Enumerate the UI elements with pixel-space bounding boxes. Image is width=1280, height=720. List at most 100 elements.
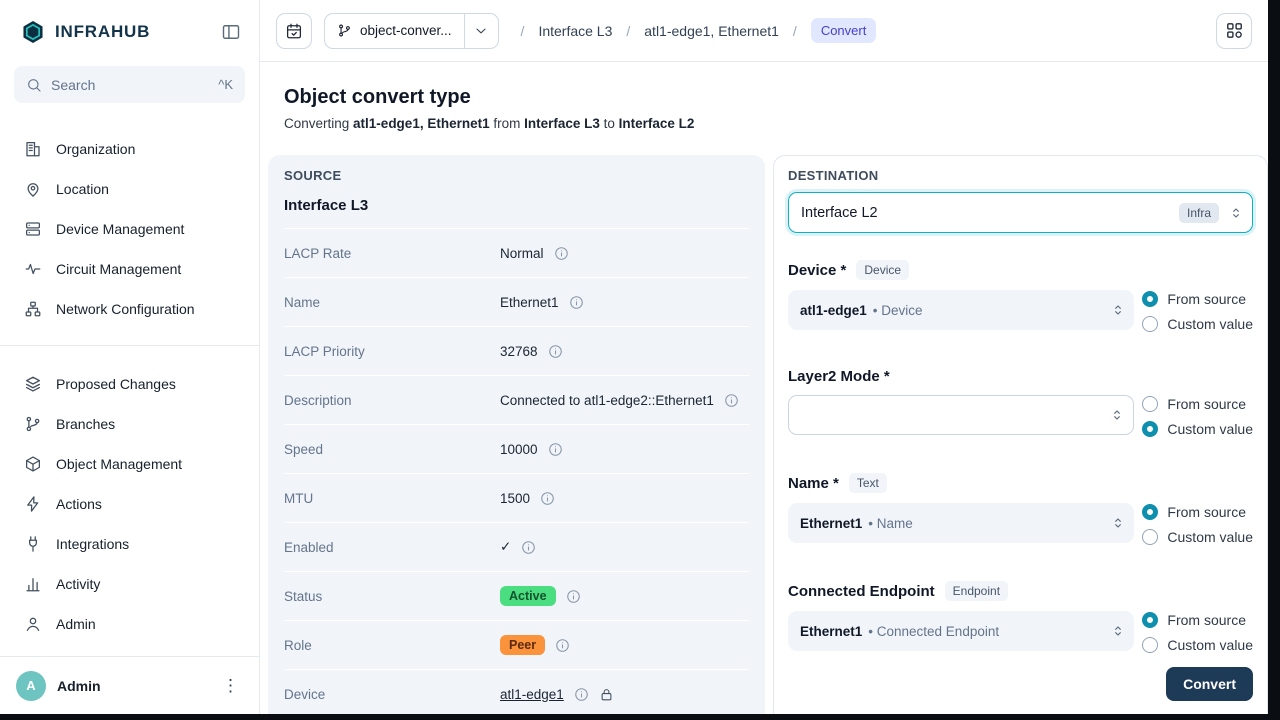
name-select[interactable]: Ethernet1 • Name — [788, 503, 1134, 543]
field-layer2-mode: Layer2 Mode * From source Custom value — [788, 368, 1253, 437]
radio-label: From source — [1167, 291, 1246, 307]
device-select[interactable]: atl1-edge1 • Device — [788, 290, 1134, 330]
topbar: object-conver... / Interface L3 / atl1-e… — [260, 0, 1268, 62]
radio-dot — [1142, 612, 1158, 628]
info-icon[interactable] — [521, 540, 536, 555]
branch-name: object-conver... — [360, 23, 452, 38]
radio-label: From source — [1167, 396, 1246, 412]
layer2-mode-select[interactable] — [788, 395, 1134, 435]
sidebar-item-location[interactable]: Location — [0, 169, 259, 209]
sidebar-item-proposed-changes[interactable]: Proposed Changes — [0, 364, 259, 404]
lightning-icon — [24, 495, 42, 513]
sidebar-item-device-management[interactable]: Device Management — [0, 209, 259, 249]
logo: INFRAHUB — [20, 19, 217, 45]
radio-from-source[interactable]: From source — [1142, 291, 1253, 307]
sidebar-item-label: Integrations — [56, 536, 129, 552]
attribute-label: Speed — [284, 442, 500, 457]
attribute-label: Description — [284, 393, 500, 408]
sidebar-item-label: Organization — [56, 141, 135, 157]
destination-type-value: Interface L2 — [801, 205, 1170, 221]
sidebar-item-network-configuration[interactable]: Network Configuration — [0, 289, 259, 329]
radio-label: Custom value — [1167, 637, 1253, 653]
search-input[interactable]: Search ^K — [14, 66, 245, 103]
attribute-value: Ethernet1 — [500, 295, 559, 310]
sidebar-item-circuit-management[interactable]: Circuit Management — [0, 249, 259, 289]
sidebar-item-organization[interactable]: Organization — [0, 129, 259, 169]
destination-header: DESTINATION — [788, 168, 1253, 183]
map-pin-icon — [24, 180, 42, 198]
user-menu-button[interactable]: ⋮ — [212, 672, 249, 700]
radio-from-source[interactable]: From source — [1142, 504, 1253, 520]
subtitle-destination-type: Interface L2 — [619, 116, 695, 131]
info-icon[interactable] — [566, 589, 581, 604]
source-type: Interface L3 — [284, 197, 749, 214]
status-badge: Active — [500, 586, 556, 606]
select-value-kind: • Device — [873, 303, 923, 318]
subtitle-text: to — [600, 116, 619, 131]
radio-dot — [1142, 291, 1158, 307]
connected-endpoint-select[interactable]: Ethernet1 • Connected Endpoint — [788, 611, 1134, 651]
namespace-badge: Infra — [1179, 203, 1219, 223]
radio-dot — [1142, 421, 1158, 437]
sidebar-item-activity[interactable]: Activity — [0, 564, 259, 604]
time-travel-button[interactable] — [276, 13, 312, 49]
destination-type-select[interactable]: Interface L2 Infra — [788, 192, 1253, 233]
source-panel: SOURCE Interface L3 LACP Rate Normal Nam… — [268, 155, 765, 714]
value-source-radios: From source Custom value — [1142, 503, 1253, 545]
info-icon[interactable] — [554, 246, 569, 261]
collapse-sidebar-button[interactable] — [217, 18, 245, 46]
info-icon[interactable] — [724, 393, 739, 408]
source-row-mtu: MTU 1500 — [284, 474, 749, 523]
sidebar-item-actions[interactable]: Actions — [0, 484, 259, 524]
building-icon — [24, 140, 42, 158]
branch-selector[interactable]: object-conver... — [324, 13, 499, 49]
radio-label: Custom value — [1167, 529, 1253, 545]
breadcrumb: / Interface L3 / atl1-edge1, Ethernet1 /… — [521, 18, 877, 43]
attribute-label: Role — [284, 638, 500, 653]
lock-icon — [599, 687, 614, 702]
info-icon[interactable] — [548, 442, 563, 457]
server-icon — [24, 220, 42, 238]
sidebar-item-label: Circuit Management — [56, 261, 181, 277]
radio-from-source[interactable]: From source — [1142, 612, 1253, 628]
sidebar-item-branches[interactable]: Branches — [0, 404, 259, 444]
convert-panels: SOURCE Interface L3 LACP Rate Normal Nam… — [260, 155, 1268, 714]
sidebar-item-label: Device Management — [56, 221, 184, 237]
sidebar-item-admin[interactable]: Admin — [0, 604, 259, 644]
main-content: object-conver... / Interface L3 / atl1-e… — [260, 0, 1268, 714]
radio-label: Custom value — [1167, 316, 1253, 332]
radio-label: Custom value — [1167, 421, 1253, 437]
info-icon[interactable] — [540, 491, 555, 506]
convert-button[interactable]: Convert — [1166, 667, 1253, 701]
breadcrumb-item-interface-l3[interactable]: Interface L3 — [538, 23, 612, 39]
field-label: Device * — [788, 262, 846, 279]
value-source-radios: From source Custom value — [1142, 290, 1253, 332]
branch-dropdown-toggle[interactable] — [464, 14, 498, 48]
sidebar-item-integrations[interactable]: Integrations — [0, 524, 259, 564]
page-subtitle: Converting atl1-edge1, Ethernet1 from In… — [284, 116, 1244, 131]
info-icon[interactable] — [569, 295, 584, 310]
radio-custom-value[interactable]: Custom value — [1142, 637, 1253, 653]
sidebar-item-label: Branches — [56, 416, 115, 432]
breadcrumb-item-convert[interactable]: Convert — [811, 18, 877, 43]
source-row-role: Role Peer — [284, 621, 749, 670]
sidebar-nav: Organization Location Device Management … — [0, 103, 259, 656]
sidebar-item-object-management[interactable]: Object Management — [0, 444, 259, 484]
select-value-kind: • Name — [868, 516, 913, 531]
info-icon[interactable] — [548, 344, 563, 359]
network-hierarchy-icon — [24, 300, 42, 318]
radio-custom-value[interactable]: Custom value — [1142, 316, 1253, 332]
search-icon — [26, 77, 42, 93]
radio-from-source[interactable]: From source — [1142, 396, 1253, 412]
apps-menu-button[interactable] — [1216, 13, 1252, 49]
source-row-device: Device atl1-edge1 — [284, 670, 749, 714]
device-link[interactable]: atl1-edge1 — [500, 687, 564, 702]
value-source-radios: From source Custom value — [1142, 611, 1253, 653]
radio-custom-value[interactable]: Custom value — [1142, 529, 1253, 545]
breadcrumb-item-object[interactable]: atl1-edge1, Ethernet1 — [644, 23, 779, 39]
info-icon[interactable] — [555, 638, 570, 653]
breadcrumb-separator: / — [793, 23, 797, 39]
radio-custom-value[interactable]: Custom value — [1142, 421, 1253, 437]
subtitle-text: Converting — [284, 116, 353, 131]
info-icon[interactable] — [574, 687, 589, 702]
